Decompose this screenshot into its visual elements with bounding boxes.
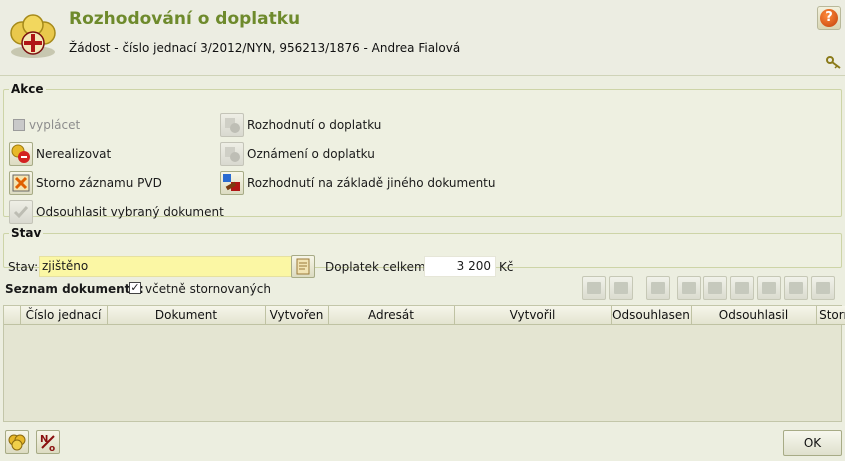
akce-legend: Akce [11,82,44,96]
vyplacet-checkbox [13,119,25,131]
email-button[interactable] [582,276,606,300]
column-header-cislo-jednaci[interactable]: Číslo jednací [20,306,108,325]
forward-icon [682,282,696,294]
copy-button[interactable] [609,276,633,300]
column-header-vytvoren[interactable]: Vytvořen [265,306,329,325]
documents-table: Číslo jednací Dokument Vytvořen Adresát … [3,305,845,422]
nerealizovat-action[interactable]: Nerealizovat [9,142,111,166]
page-title: Rozhodování o doplatku [69,9,301,29]
oznameni-action[interactable]: Oznámení o doplatku [220,142,375,166]
percent-button[interactable]: No [36,430,60,454]
nerealizovat-icon [9,142,33,166]
forward-button[interactable] [677,276,701,300]
column-header-vytvoril[interactable]: Vytvořil [454,306,612,325]
akce-panel: Akce vyplácet Nerealizovat Storno záznam… [3,82,842,224]
storno-label: Storno záznamu PVD [36,176,162,190]
column-header-dokument[interactable]: Dokument [107,306,266,325]
email-icon [587,282,601,294]
tools-button[interactable] [784,276,808,300]
vyplacet-checkbox-row: vyplácet [7,113,80,137]
include-storno-label: včetně stornovaných [145,282,271,296]
copy-icon [614,282,628,294]
coins-button[interactable] [5,430,29,454]
save-icon [708,282,722,294]
storno-doc-button[interactable] [811,276,835,300]
tag-button[interactable] [646,276,670,300]
help-icon: ? [820,9,838,27]
scroll-icon [296,258,310,275]
save-button[interactable] [703,276,727,300]
column-header-storno[interactable]: Storno [816,306,845,325]
rozhodnuti-label: Rozhodnutí o doplatku [247,118,382,132]
storno-icon [9,171,33,195]
svg-text:o: o [49,444,55,453]
gavel-document-icon [220,171,244,195]
request-subtitle: Žádost - číslo jednací 3/2012/NYN, 95621… [69,41,461,55]
storno-action[interactable]: Storno záznamu PVD [9,171,162,195]
ok-button[interactable]: OK [783,430,842,456]
coins-icon [8,434,26,451]
rozhodnuti-icon [220,113,244,137]
seznam-label: Seznam dokumentů: [5,282,144,296]
view-button[interactable] [757,276,781,300]
odsouhlasit-label: Odsouhlasit vybraný dokument [36,205,224,219]
oznameni-icon [220,142,244,166]
oznameni-label: Oznámení o doplatku [247,147,375,161]
binoculars-icon [762,282,776,294]
nerealizovat-label: Nerealizovat [36,147,112,161]
table-header-row: Číslo jednací Dokument Vytvořen Adresát … [4,306,845,325]
coins-plus-icon [10,14,56,58]
dialog-header: Rozhodování o doplatku Žádost - číslo je… [0,0,845,76]
stav-legend: Stav [11,226,42,240]
rozhodnuti-jine-label: Rozhodnutí na základě jiného dokumentu [247,176,496,190]
stav-label: Stav: [8,260,39,274]
storno-doc-icon [816,282,830,294]
doplatek-unit: Kč [499,260,514,274]
stav-scroll-button[interactable] [291,255,315,278]
doplatek-label: Doplatek celkem: [325,260,430,274]
percent-icon: No [40,434,55,454]
stav-panel: Stav Stav: zjištěno Doplatek celkem: 3 2… [3,226,842,278]
wrench-icon [789,282,803,294]
print-icon [735,282,749,294]
vyplacet-label: vyplácet [29,118,81,132]
stav-field[interactable]: zjištěno [39,256,293,277]
column-header-select[interactable] [4,306,21,325]
print-button[interactable] [730,276,754,300]
doplatek-field[interactable]: 3 200 [424,256,496,277]
check-icon [9,200,33,224]
odsouhlasit-action[interactable]: Odsouhlasit vybraný dokument [9,200,224,224]
column-header-odsouhlasen[interactable]: Odsouhlasen [611,306,692,325]
key-icon[interactable] [826,56,842,70]
rozhodnuti-jine-action[interactable]: Rozhodnutí na základě jiného dokumentu [220,171,496,195]
include-storno-checkbox[interactable]: ✓ [129,282,141,294]
tag-icon [651,282,665,294]
column-header-odsouhlasil[interactable]: Odsouhlasil [691,306,817,325]
column-header-adresat[interactable]: Adresát [328,306,455,325]
help-button[interactable]: ? [817,6,841,30]
rozhodnuti-action[interactable]: Rozhodnutí o doplatku [220,113,381,137]
